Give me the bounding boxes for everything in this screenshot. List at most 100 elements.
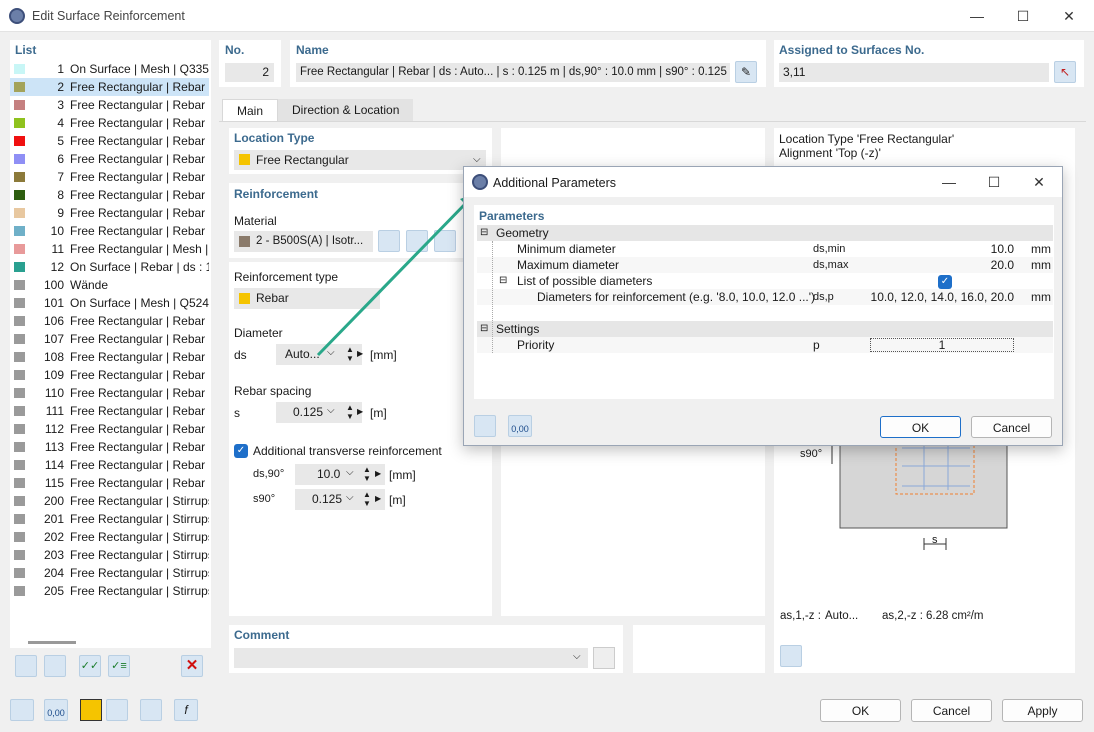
settings-collapse-icon[interactable]: ⊟ (480, 321, 488, 337)
list-item[interactable]: 2 Free Rectangular | Rebar | ds (10, 78, 209, 96)
list-item[interactable]: 8 Free Rectangular | Rebar | ds (10, 186, 209, 204)
tab-direction-location[interactable]: Direction & Location (278, 99, 414, 121)
spacing-spinner-icon[interactable]: ▲ ▼ (346, 403, 354, 421)
list-item[interactable]: 114 Free Rectangular | Rebar | ds (10, 456, 209, 474)
collapse-icon[interactable]: ⊟ (480, 225, 488, 241)
list-item-label: Free Rectangular | Rebar | ds (70, 458, 209, 472)
transverse-diameter-field[interactable]: 10.0 (295, 464, 385, 485)
list-item[interactable]: 100 Wände (10, 276, 209, 294)
list-item[interactable]: 202 Free Rectangular | Stirrups | c (10, 528, 209, 546)
color-icon[interactable] (80, 699, 102, 721)
delete-icon[interactable]: ✕ (181, 655, 203, 677)
list-item-color (14, 496, 25, 506)
cancel-button[interactable]: Cancel (911, 699, 992, 722)
dialog-units-icon[interactable]: 0,00 (508, 415, 532, 437)
list-collapse-icon[interactable]: ⊟ (499, 273, 507, 289)
settings-group[interactable]: ⊟ Settings (477, 321, 1053, 337)
close-button[interactable]: ✕ (1046, 2, 1092, 30)
no-field[interactable]: 2 (225, 63, 274, 82)
diagram-options-icon[interactable] (780, 645, 802, 667)
dialog-close-button[interactable]: ✕ (1016, 168, 1062, 196)
list-item[interactable]: 4 Free Rectangular | Rebar | ds (10, 114, 209, 132)
list-item-color (14, 478, 25, 488)
list-item[interactable]: 201 Free Rectangular | Stirrups | c (10, 510, 209, 528)
pick-surfaces-icon[interactable]: ↖ (1054, 61, 1076, 83)
assigned-field[interactable]: 3,11 (779, 63, 1049, 82)
list-item[interactable]: 5 Free Rectangular | Rebar | ds (10, 132, 209, 150)
comment-chevron-icon[interactable]: ⌵ (573, 651, 581, 662)
spacing-step-icon[interactable]: ▶ (357, 407, 363, 416)
transverse-diameter-chevron-icon[interactable]: ⌵ (346, 467, 354, 478)
dialog-help-icon[interactable] (474, 415, 496, 437)
maximize-button[interactable]: ☐ (1000, 2, 1046, 30)
parameter-row[interactable]: Minimum diameter ds,min 10.0 mm (477, 241, 1053, 257)
check-all-icon[interactable]: ✓✓ (79, 655, 101, 677)
list-item[interactable]: 107 Free Rectangular | Rebar | ds (10, 330, 209, 348)
minimize-button[interactable]: — (954, 2, 1000, 30)
list-item[interactable]: 11 Free Rectangular | Mesh | Q25 (10, 240, 209, 258)
help-icon[interactable] (10, 699, 34, 721)
name-field[interactable]: Free Rectangular | Rebar | ds : Auto... … (296, 63, 730, 82)
view-icon[interactable] (140, 699, 162, 721)
list-scrollbar[interactable] (28, 641, 76, 644)
parameter-row[interactable]: List of possible diameters ⊟ (477, 273, 1053, 289)
dialog-ok-button[interactable]: OK (880, 416, 961, 438)
list-item[interactable]: 1 On Surface | Mesh | Q335A | T (10, 60, 209, 78)
list-item-label: Free Rectangular | Stirrups | c (70, 530, 209, 544)
list-item[interactable]: 10 Free Rectangular | Rebar | ds (10, 222, 209, 240)
comment-field[interactable] (234, 648, 588, 668)
comment-library-icon[interactable] (593, 647, 615, 669)
transverse-diameter-spinner-icon[interactable]: ▲ ▼ (363, 465, 371, 483)
list-item[interactable]: 200 Free Rectangular | Stirrups | c (10, 492, 209, 510)
list-item[interactable]: 204 Free Rectangular | Stirrups | c (10, 564, 209, 582)
list-item[interactable]: 6 Free Rectangular | Rebar | ds (10, 150, 209, 168)
transverse-spacing-unit: [m] (389, 493, 406, 507)
tab-main[interactable]: Main (222, 99, 279, 121)
dialog-minimize-button[interactable]: — (926, 168, 972, 196)
list-item[interactable]: 203 Free Rectangular | Stirrups | c (10, 546, 209, 564)
transverse-diameter-step-icon[interactable]: ▶ (375, 469, 381, 478)
transverse-spacing-chevron-icon[interactable]: ⌵ (346, 492, 354, 503)
parameter-row[interactable]: Maximum diameter ds,max 20.0 mm (477, 257, 1053, 273)
priority-field[interactable]: 1 (870, 338, 1014, 352)
diagram-s-label: s (932, 534, 938, 546)
ok-button[interactable]: OK (820, 699, 901, 722)
geometry-group[interactable]: ⊟ Geometry (477, 225, 1053, 241)
additional-transverse-checkbox[interactable]: ✓ (234, 444, 248, 458)
copy-item-icon[interactable] (44, 655, 66, 677)
check-selected-icon[interactable]: ✓≡ (108, 655, 130, 677)
transverse-spacing-step-icon[interactable]: ▶ (375, 494, 381, 503)
list-item-color (14, 352, 25, 362)
chevron-down-icon[interactable]: ⌵ (473, 154, 481, 165)
apply-button[interactable]: Apply (1002, 699, 1083, 722)
dialog-cancel-button[interactable]: Cancel (971, 416, 1052, 438)
list-item[interactable]: 9 Free Rectangular | Rebar | ds (10, 204, 209, 222)
dialog-maximize-button[interactable]: ☐ (971, 168, 1017, 196)
edit-name-icon[interactable]: ✎ (735, 61, 757, 83)
list-item[interactable]: 112 Free Rectangular | Rebar | ds (10, 420, 209, 438)
geometry-label: Geometry (496, 226, 549, 240)
list-item[interactable]: 7 Free Rectangular | Rebar | ds (10, 168, 209, 186)
transverse-spacing-field[interactable]: 0.125 (295, 489, 385, 510)
transverse-spacing-spinner-icon[interactable]: ▲ ▼ (363, 490, 371, 508)
list-item[interactable]: 115 Free Rectangular | Rebar | ds (10, 474, 209, 492)
list-item[interactable]: 113 Free Rectangular | Rebar | ds (10, 438, 209, 456)
new-item-icon[interactable] (15, 655, 37, 677)
parameter-row[interactable]: Diameters for reinforcement (e.g. '8.0, … (477, 289, 1053, 305)
list-item[interactable]: 205 Free Rectangular | Stirrups | c (10, 582, 209, 600)
units-icon[interactable]: 0,00 (44, 699, 68, 721)
list-item[interactable]: 101 On Surface | Mesh | Q524A | T (10, 294, 209, 312)
list-item[interactable]: 111 Free Rectangular | Rebar | ds (10, 402, 209, 420)
spacing-chevron-icon[interactable]: ⌵ (327, 405, 335, 416)
possible-diameters-checkbox[interactable]: ✓ (938, 275, 952, 289)
list-item[interactable]: 12 On Surface | Rebar | ds : 10.0 (10, 258, 209, 276)
function-icon[interactable]: f (174, 699, 198, 721)
list-item[interactable]: 3 Free Rectangular | Rebar | ds (10, 96, 209, 114)
show-panel-icon[interactable] (106, 699, 128, 721)
list-item[interactable]: 106 Free Rectangular | Rebar | ds (10, 312, 209, 330)
location-type-select[interactable]: Free Rectangular (234, 150, 486, 170)
priority-row[interactable]: Priority p 1 (477, 337, 1053, 353)
list-item[interactable]: 109 Free Rectangular | Rebar | ds (10, 366, 209, 384)
list-item[interactable]: 110 Free Rectangular | Rebar | ds (10, 384, 209, 402)
list-item[interactable]: 108 Free Rectangular | Rebar | ds (10, 348, 209, 366)
